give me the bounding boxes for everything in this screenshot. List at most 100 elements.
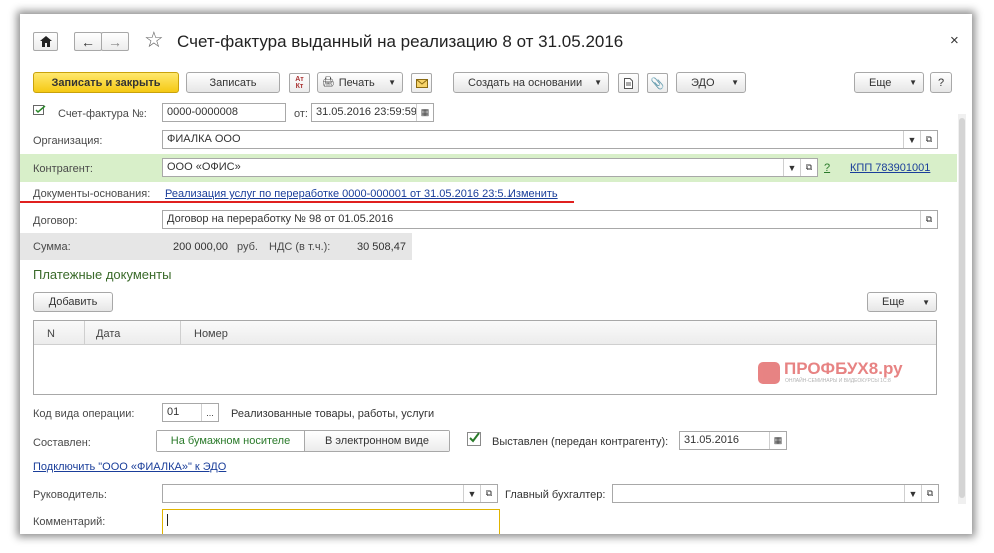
document-window: ← → ☆ Счет-фактура выданный на реализаци… [20, 14, 972, 534]
table-header [34, 321, 936, 345]
contractor-help-link[interactable]: ? [824, 162, 830, 174]
arrow-left-icon: ← [81, 33, 95, 50]
watermark-subtext: ОНЛАЙН-СЕМИНАРЫ И ВИДЕОКУРСЫ 1С:8 [785, 378, 891, 384]
currency-label: руб. [237, 241, 258, 253]
ellipsis-icon[interactable]: ... [201, 404, 218, 421]
head-label: Руководитель: [33, 489, 107, 501]
open-icon[interactable]: ⧉ [920, 211, 937, 228]
payments-more-label: Еще [882, 296, 905, 308]
home-button[interactable] [33, 32, 58, 51]
organization-field[interactable]: ФИАЛКА ООО ▼ ⧉ [162, 130, 938, 149]
issued-label: Выставлен (передан контрагенту): [492, 436, 669, 448]
edo-button[interactable]: ЭДО ▼ [676, 72, 746, 93]
column-divider [180, 321, 181, 345]
spellcheck-icon: Ат Кт [295, 76, 304, 90]
open-icon[interactable]: ⧉ [800, 159, 817, 176]
text-cursor [167, 514, 168, 526]
organization-value: ФИАЛКА ООО [167, 133, 241, 145]
chevron-down-icon[interactable]: ▼ [783, 159, 800, 176]
attachments-button[interactable]: 📎 [647, 73, 668, 93]
change-base-link[interactable]: Изменить [508, 188, 558, 200]
operation-code-field[interactable]: 01 ... [162, 403, 219, 422]
checkmark-icon [469, 432, 480, 443]
calendar-icon[interactable]: ▦ [769, 432, 786, 449]
window-title: Счет-фактура выданный на реализацию 8 от… [177, 32, 624, 51]
issued-date-value: 31.05.2016 [684, 434, 740, 446]
invoice-icon [33, 105, 46, 119]
help-button[interactable]: ? [930, 72, 952, 93]
column-divider [84, 321, 85, 345]
organization-label: Организация: [33, 135, 103, 147]
spellcheck-button[interactable]: Ат Кт [289, 73, 310, 93]
sum-label: Сумма: [33, 241, 71, 253]
contract-value: Договор на переработку № 98 от 01.05.201… [167, 213, 394, 225]
contractor-field[interactable]: ООО «ОФИС» ▼ ⧉ [162, 158, 818, 177]
column-header-number[interactable]: Номер [194, 328, 228, 340]
chevron-down-icon[interactable]: ▼ [903, 131, 920, 148]
from-label: от: [294, 108, 308, 120]
contractor-value: ООО «ОФИС» [167, 161, 241, 173]
head-field[interactable]: ▼ ⧉ [162, 484, 498, 503]
open-icon[interactable]: ⧉ [480, 485, 497, 502]
vat-label: НДС (в т.ч.): [269, 241, 331, 253]
arrow-right-icon: → [108, 33, 122, 50]
invoice-date-field[interactable]: 31.05.2016 23:59:59 ▦ [311, 103, 434, 122]
column-header-n[interactable]: N [47, 328, 55, 340]
column-header-date[interactable]: Дата [96, 328, 120, 340]
comment-field[interactable] [162, 509, 500, 534]
vat-value: 30 508,47 [357, 241, 406, 253]
invoice-number-label: Счет-фактура №: [58, 108, 147, 120]
calendar-icon[interactable]: ▦ [416, 104, 433, 121]
create-based-on-button[interactable]: Создать на основании ▼ [453, 72, 609, 93]
add-payment-button[interactable]: Добавить [33, 292, 113, 312]
more-label: Еще [869, 76, 892, 89]
composed-toggle: На бумажном носителе В электронном виде [156, 430, 450, 452]
sum-value: 200 000,00 [173, 241, 229, 253]
open-icon[interactable]: ⧉ [921, 485, 938, 502]
paper-option[interactable]: На бумажном носителе [157, 431, 304, 451]
favorite-star-icon[interactable]: ☆ [144, 29, 164, 51]
base-documents-label: Документы-основания: [33, 188, 151, 200]
close-icon[interactable]: × [950, 32, 959, 49]
base-document-link[interactable]: Реализация услуг по переработке 0000-000… [165, 188, 513, 200]
chevron-down-icon: ▼ [731, 78, 739, 87]
vertical-scrollbar[interactable] [958, 114, 966, 504]
red-underline [20, 201, 574, 203]
printer-icon: 🖨 [322, 77, 335, 88]
chevron-down-icon: ▼ [909, 78, 917, 87]
composed-label: Составлен: [33, 437, 91, 449]
forward-button[interactable]: → [101, 32, 129, 51]
chevron-down-icon: ▼ [922, 297, 930, 307]
contract-label: Договор: [33, 215, 78, 227]
payments-heading: Платежные документы [33, 267, 172, 282]
envelope-icon [415, 78, 428, 88]
contract-field[interactable]: Договор на переработку № 98 от 01.05.201… [162, 210, 938, 229]
open-icon[interactable]: ⧉ [920, 131, 937, 148]
paperclip-icon: 📎 [650, 77, 665, 90]
save-button[interactable]: Записать [186, 72, 280, 93]
email-button[interactable] [411, 73, 432, 93]
scrollbar-thumb[interactable] [959, 118, 965, 498]
issued-checkbox[interactable] [467, 432, 481, 446]
invoice-number-field[interactable]: 0000-0000008 [162, 103, 286, 122]
chevron-down-icon[interactable]: ▼ [463, 485, 480, 502]
chevron-down-icon[interactable]: ▼ [904, 485, 921, 502]
save-and-close-button[interactable]: Записать и закрыть [33, 72, 179, 93]
chief-accountant-field[interactable]: ▼ ⧉ [612, 484, 939, 503]
issued-date-field[interactable]: 31.05.2016 ▦ [679, 431, 787, 450]
more-button[interactable]: Еще ▼ [854, 72, 924, 93]
print-label: Печать [338, 76, 375, 89]
connect-edo-link[interactable]: Подключить "ООО «ФИАЛКА»" к ЭДО [33, 461, 226, 473]
report-button[interactable] [618, 73, 639, 93]
chevron-down-icon: ▼ [594, 78, 602, 87]
operation-code-value: 01 [167, 406, 180, 418]
document-icon [624, 77, 633, 89]
electronic-option[interactable]: В электронном виде [304, 431, 449, 451]
payments-more-button[interactable]: Еще ▼ [867, 292, 937, 312]
comment-label: Комментарий: [33, 516, 106, 528]
operation-description: Реализованные товары, работы, услуги [231, 408, 435, 420]
watermark-logo: ПРОФБУХ8.ру ОНЛАЙН-СЕМИНАРЫ И ВИДЕОКУРСЫ… [758, 359, 938, 388]
kpp-link[interactable]: КПП 783901001 [850, 162, 930, 174]
print-button[interactable]: 🖨 Печать ▼ [317, 72, 403, 93]
back-button[interactable]: ← [74, 32, 102, 51]
